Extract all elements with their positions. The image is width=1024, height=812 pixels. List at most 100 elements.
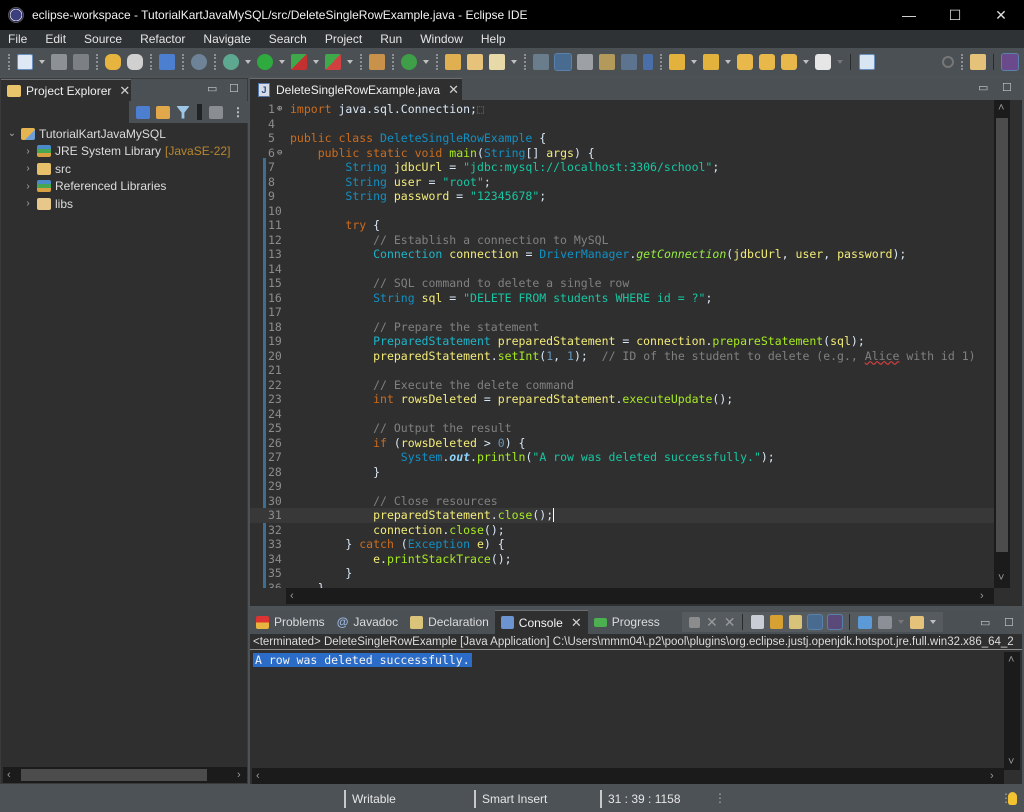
tab-editor-file[interactable]: J DeleteSingleRowExample.java ✕ (250, 78, 462, 100)
focus-icon[interactable] (209, 105, 223, 119)
external-tools-icon[interactable] (325, 54, 341, 70)
tree-item[interactable]: › libs (1, 195, 247, 213)
save-all-icon[interactable] (73, 54, 89, 70)
code-line[interactable]: 24 (250, 407, 994, 422)
code-line[interactable]: 5 public class DeleteSingleRowExample { (250, 131, 994, 146)
code-line[interactable]: 1 ⊕ import java.sql.Connection;⬚ (250, 102, 994, 117)
chevron-right-icon[interactable]: › (23, 146, 33, 157)
chevron-right-icon[interactable]: › (23, 181, 33, 192)
chevron-right-icon[interactable]: › (23, 163, 33, 174)
view-menu-icon[interactable]: ⋮ (232, 105, 244, 119)
show-paragraph-icon[interactable] (643, 54, 653, 70)
collapse-all-icon[interactable] (136, 105, 150, 119)
maximize-view-icon[interactable]: ☐ (229, 82, 239, 95)
next-annotation-icon[interactable] (669, 54, 685, 70)
undo-icon[interactable] (105, 54, 121, 70)
terminal-icon[interactable] (159, 54, 175, 70)
open-type-icon[interactable] (445, 54, 461, 70)
tab-javadoc[interactable]: @ Javadoc (331, 610, 404, 634)
editor-vertical-scrollbar[interactable]: ˄ ˅ (994, 100, 1010, 588)
prev-annotation-dropdown-icon[interactable] (725, 60, 731, 64)
redo-icon[interactable] (127, 54, 143, 70)
console-output[interactable]: A row was deleted successfully. (253, 653, 472, 667)
scroll-right-icon[interactable]: › (990, 768, 994, 784)
next-edit-icon[interactable] (759, 54, 775, 70)
scroll-down-icon[interactable]: ˅ (998, 570, 1004, 586)
code-line[interactable]: 17 (250, 305, 994, 320)
search-dropdown-icon[interactable] (511, 60, 517, 64)
code-line[interactable]: 21 (250, 363, 994, 378)
run-icon[interactable] (257, 54, 273, 70)
search-icon[interactable] (942, 56, 954, 68)
code-area[interactable]: 1 ⊕ import java.sql.Connection;⬚ 4 5 public c… (250, 100, 994, 588)
menu-search[interactable]: Search (261, 32, 317, 46)
code-line[interactable]: 32 connection.close(); (250, 523, 994, 538)
close-tab-icon[interactable]: ✕ (119, 83, 130, 99)
code-line[interactable]: 25 // Output the result (250, 421, 994, 436)
tab-console[interactable]: Console ✕ (494, 610, 588, 634)
tree-item[interactable]: › JRE System Library [JavaSE-22] (1, 143, 247, 161)
scroll-left-icon[interactable]: ‹ (256, 768, 260, 784)
maximize-editor-icon[interactable]: ☐ (1002, 81, 1012, 94)
minimize-view-icon[interactable]: ▭ (207, 82, 217, 95)
code-line[interactable]: 11 try { (250, 218, 994, 233)
tab-declaration[interactable]: Declaration (404, 610, 495, 634)
code-line[interactable]: 36 } (250, 581, 994, 589)
remote-icon[interactable] (533, 54, 549, 70)
minimize-button[interactable]: — (886, 0, 932, 30)
new-icon[interactable] (17, 54, 33, 70)
menu-navigate[interactable]: Navigate (195, 32, 260, 46)
editor-horizontal-scrollbar[interactable]: ‹ › (286, 588, 994, 604)
expand-fold-icon[interactable]: ⊕ (277, 102, 282, 117)
code-line[interactable]: 16 String sql = "DELETE FROM students WH… (250, 291, 994, 306)
back-dropdown-icon[interactable] (803, 60, 809, 64)
clear-console-icon[interactable] (751, 615, 765, 629)
debug-dropdown-icon[interactable] (245, 60, 251, 64)
open-perspective-icon[interactable] (970, 54, 986, 70)
display-console-icon[interactable] (878, 615, 893, 629)
menu-run[interactable]: Run (372, 32, 412, 46)
scroll-lock-icon[interactable] (770, 615, 784, 629)
code-line[interactable]: 9 String password = "12345678"; (250, 189, 994, 204)
collapse-fold-icon[interactable]: ⊖ (277, 146, 282, 161)
open-console-dropdown-icon[interactable] (930, 620, 937, 624)
word-wrap-console-icon[interactable] (789, 615, 803, 629)
code-line[interactable]: 7 String jdbcUrl = "jdbc:mysql://localho… (250, 160, 994, 175)
maximize-button[interactable]: ☐ (932, 0, 978, 30)
code-line[interactable]: 19 PreparedStatement preparedStatement =… (250, 334, 994, 349)
menu-refactor[interactable]: Refactor (132, 32, 195, 46)
code-line[interactable]: 22 // Execute the delete command (250, 378, 994, 393)
code-line[interactable]: 31 preparedStatement.close(); (250, 508, 994, 523)
prev-annotation-icon[interactable] (703, 54, 719, 70)
new-class-icon[interactable] (401, 54, 417, 70)
save-icon[interactable] (51, 54, 67, 70)
chevron-right-icon[interactable]: › (23, 198, 33, 209)
code-line[interactable]: 23 int rowsDeleted = preparedStatement.e… (250, 392, 994, 407)
menu-source[interactable]: Source (76, 32, 132, 46)
minimize-console-icon[interactable]: ▭ (980, 616, 990, 629)
menu-edit[interactable]: Edit (37, 32, 76, 46)
terminate-icon[interactable] (689, 616, 700, 628)
code-line[interactable]: 12 // Establish a connection to MySQL (250, 233, 994, 248)
code-line[interactable]: 35 } (250, 566, 994, 581)
word-wrap-icon[interactable] (599, 54, 615, 70)
scroll-up-icon[interactable]: ˄ (998, 100, 1004, 116)
tree-item-project[interactable]: ⌄ TutorialKartJavaMySQL (1, 125, 247, 143)
menu-window[interactable]: Window (412, 32, 473, 46)
open-console-icon[interactable] (910, 615, 925, 629)
close-button[interactable]: ✕ (978, 0, 1024, 30)
scrollbar-thumb[interactable] (996, 118, 1008, 552)
skip-breakpoints-icon[interactable] (191, 54, 207, 70)
tab-project-explorer[interactable]: Project Explorer ✕ (1, 79, 131, 101)
scrollbar-thumb[interactable] (21, 769, 207, 781)
menu-project[interactable]: Project (317, 32, 372, 46)
tip-lightbulb-icon[interactable] (1008, 792, 1017, 805)
code-line[interactable]: 18 // Prepare the statement (250, 320, 994, 335)
debug-icon[interactable] (223, 54, 239, 70)
code-line[interactable]: 15 // SQL command to delete a single row (250, 276, 994, 291)
tree-item[interactable]: › Referenced Libraries (1, 178, 247, 196)
chevron-down-icon[interactable]: ⌄ (7, 128, 17, 139)
tab-progress[interactable]: Progress (588, 610, 666, 634)
code-line[interactable]: 4 (250, 117, 994, 132)
scroll-left-icon[interactable]: ‹ (290, 588, 294, 604)
